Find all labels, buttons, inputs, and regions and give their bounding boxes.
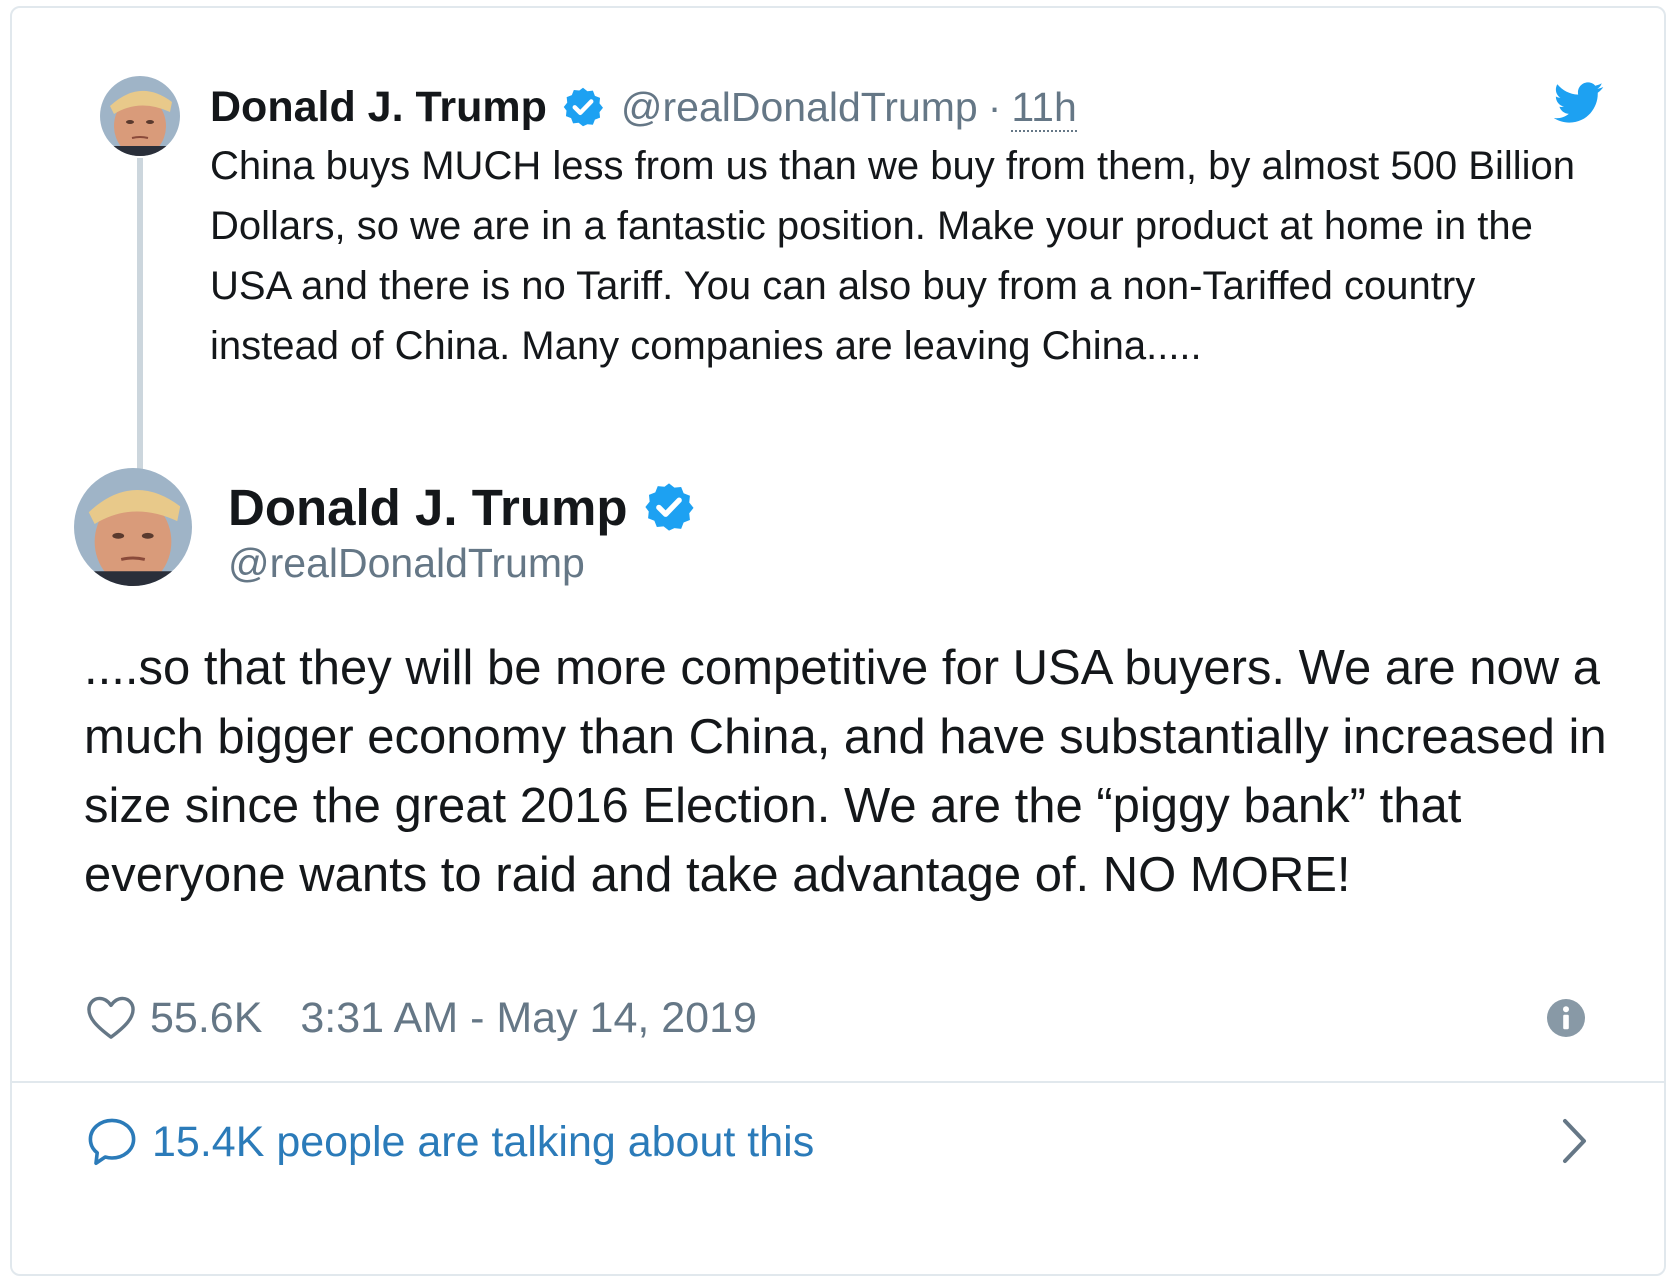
thread-connector-line <box>137 158 143 498</box>
verified-badge-icon <box>561 85 605 129</box>
parent-author-handle[interactable]: @realDonaldTrump <box>621 84 978 131</box>
chevron-right-icon[interactable] <box>1560 1116 1590 1166</box>
footer-divider <box>12 1081 1664 1083</box>
main-tweet-text: ....so that they will be more competitiv… <box>84 641 1607 902</box>
main-author-name[interactable]: Donald J. Trump <box>228 478 628 537</box>
conversation-link[interactable]: 15.4K people are talking about this <box>86 1112 814 1172</box>
talking-about-label[interactable]: 15.4K people are talking about this <box>152 1118 814 1167</box>
twitter-bird-icon[interactable] <box>1554 80 1604 126</box>
tweet-timestamp[interactable]: 3:31 AM - May 14, 2019 <box>300 994 757 1043</box>
tweet-embed-card: Donald J. Trump @realDonaldTrump · 11h C… <box>10 6 1666 1276</box>
header-separator: · <box>987 83 1002 130</box>
tweet-meta-row: 55.6K 3:31 AM - May 14, 2019 <box>86 990 757 1046</box>
parent-relative-time-text[interactable]: 11h <box>1011 83 1077 132</box>
parent-tweet-text: China buys MUCH less from us than we buy… <box>210 144 1575 368</box>
verified-badge-icon <box>642 480 696 534</box>
parent-author-name[interactable]: Donald J. Trump <box>210 83 547 132</box>
parent-avatar[interactable] <box>100 76 180 156</box>
info-icon[interactable] <box>1546 998 1586 1038</box>
main-author-handle[interactable]: @realDonaldTrump <box>228 540 585 587</box>
speech-bubble-icon <box>86 1116 138 1168</box>
parent-relative-time[interactable]: 11h <box>1011 83 1077 132</box>
heart-icon[interactable] <box>86 995 136 1041</box>
like-count[interactable]: 55.6K <box>150 994 262 1043</box>
main-author-row: Donald J. Trump <box>228 474 696 540</box>
parent-tweet-header: Donald J. Trump @realDonaldTrump · 11h <box>210 80 1077 134</box>
main-avatar[interactable] <box>74 468 192 586</box>
